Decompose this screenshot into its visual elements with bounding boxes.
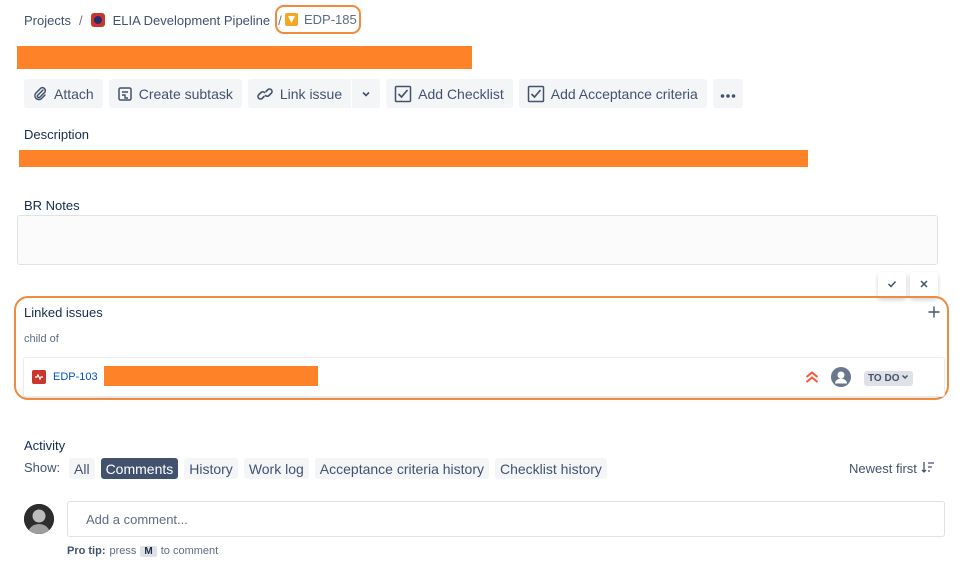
- linked-issue-key[interactable]: EDP-103: [53, 371, 98, 383]
- checklist-icon: [394, 85, 412, 103]
- add-checklist-button[interactable]: Add Checklist: [386, 79, 513, 108]
- check-icon: [886, 278, 898, 293]
- breadcrumb-separator: /: [78, 12, 83, 28]
- bug-icon: [32, 370, 46, 384]
- breadcrumb-issue-key[interactable]: EDP-185: [275, 5, 361, 34]
- create-subtask-label: Create subtask: [138, 85, 233, 102]
- linked-issues-heading: Linked issues: [24, 305, 103, 320]
- pro-tip-suffix: to comment: [160, 545, 219, 557]
- description-heading: Description: [24, 127, 90, 142]
- issue-title-redacted: [17, 46, 472, 69]
- assignee-icon[interactable]: [831, 367, 851, 390]
- link-issue-button[interactable]: Link issue: [247, 79, 352, 108]
- priority-highest-icon: [804, 369, 820, 388]
- cancel-button[interactable]: [910, 272, 938, 298]
- pro-tip: Pro tip: press M to comment: [67, 545, 218, 557]
- show-label: Show:: [24, 460, 61, 475]
- add-checklist-label: Add Checklist: [418, 85, 504, 102]
- filter-work-log[interactable]: Work log: [243, 458, 309, 479]
- avatar: [24, 504, 54, 534]
- pro-tip-prefix: Pro tip:: [67, 545, 106, 557]
- activity-filter-bar: All Comments History Work log Acceptance…: [69, 458, 607, 479]
- task-icon: [285, 13, 298, 26]
- chevron-down-icon: [901, 373, 909, 384]
- comment-placeholder: Add a comment...: [86, 511, 188, 527]
- attach-label: Attach: [54, 85, 94, 102]
- project-icon: [90, 13, 105, 27]
- subtask-icon: [117, 86, 133, 102]
- pro-tip-press: press: [109, 545, 137, 557]
- filter-acceptance-criteria-history[interactable]: Acceptance criteria history: [314, 458, 489, 479]
- close-icon: [918, 278, 930, 293]
- add-acceptance-label: Add Acceptance criteria: [550, 85, 698, 102]
- save-button[interactable]: [878, 272, 906, 298]
- link-icon: [256, 86, 274, 102]
- br-notes-heading: BR Notes: [24, 198, 80, 213]
- link-issue-dropdown-button[interactable]: [352, 79, 381, 108]
- attach-button[interactable]: Attach: [24, 79, 103, 108]
- create-subtask-button[interactable]: Create subtask: [108, 79, 242, 108]
- chevron-down-icon: [361, 86, 371, 102]
- comment-input[interactable]: Add a comment...: [67, 501, 945, 537]
- filter-all[interactable]: All: [69, 458, 95, 479]
- add-acceptance-criteria-button[interactable]: Add Acceptance criteria: [518, 79, 707, 108]
- add-linked-issue-button[interactable]: [927, 305, 941, 322]
- breadcrumb-projects[interactable]: Projects: [24, 13, 71, 28]
- link-issue-label: Link issue: [279, 85, 343, 102]
- sort-icon: [921, 461, 935, 476]
- sort-label: Newest first: [849, 461, 917, 476]
- sort-button[interactable]: Newest first: [849, 461, 935, 476]
- br-notes-editor[interactable]: [17, 215, 938, 265]
- link-issue-split: Link issue: [247, 79, 381, 108]
- filter-history[interactable]: History: [184, 458, 238, 479]
- activity-heading: Activity: [24, 438, 66, 453]
- status-label: TO DO: [868, 373, 900, 384]
- description-content-redacted[interactable]: [19, 150, 808, 167]
- more-actions-button[interactable]: [712, 79, 743, 108]
- linked-issue-row[interactable]: EDP-103 TO DO: [23, 357, 945, 397]
- issue-key-label: EDP-185: [304, 12, 357, 27]
- breadcrumb-project[interactable]: ELIA Development Pipeline: [113, 13, 271, 28]
- checklist-icon: [527, 85, 545, 103]
- breadcrumb: Projects / ELIA Development Pipeline /: [24, 11, 290, 29]
- shortcut-key: M: [140, 545, 157, 557]
- status-lozenge[interactable]: TO DO: [864, 371, 914, 386]
- attach-icon: [32, 86, 48, 102]
- filter-checklist-history[interactable]: Checklist history: [494, 458, 607, 479]
- linked-issue-summary-redacted[interactable]: [104, 366, 318, 386]
- filter-comments[interactable]: Comments: [100, 458, 179, 479]
- link-relation-label: child of: [24, 333, 59, 345]
- add-icon: [927, 306, 941, 322]
- more-icon: [720, 86, 736, 102]
- issue-toolbar: Attach Create subtask Link issue Add Che…: [24, 79, 743, 108]
